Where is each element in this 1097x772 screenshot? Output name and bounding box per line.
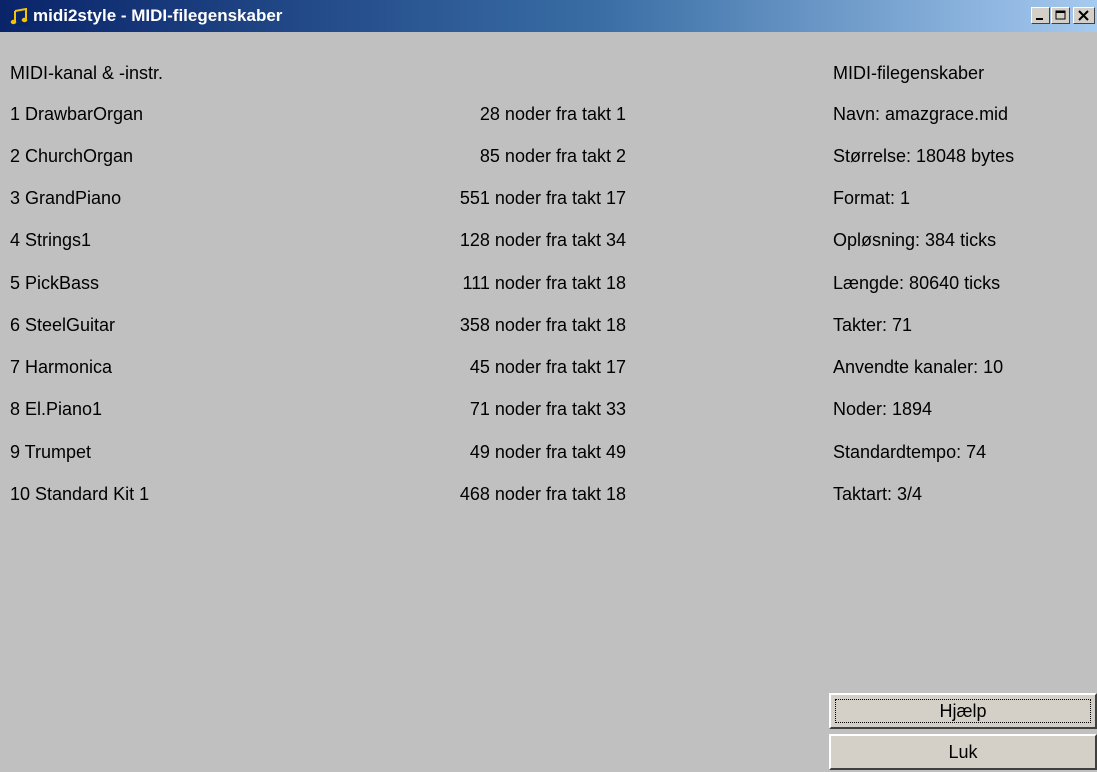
channel-note-count: 49 noder fra takt 49: [469, 442, 626, 462]
channel-note-count: 85 noder fra takt 2: [479, 146, 626, 166]
close-icon: [1078, 10, 1089, 21]
maximize-button[interactable]: [1051, 7, 1070, 24]
channel-note-count: 358 noder fra takt 18: [459, 315, 626, 335]
channel-note-count: 468 noder fra takt 18: [459, 484, 626, 504]
channel-note-count: 128 noder fra takt 34: [459, 230, 626, 250]
channel-instrument: 6 SteelGuitar: [10, 315, 116, 335]
close-window-button[interactable]: [1073, 7, 1095, 24]
property-length: Længde: 80640 ticks: [833, 273, 1001, 293]
minimize-icon: [1036, 18, 1043, 20]
channel-instrument: 1 DrawbarOrgan: [10, 104, 144, 124]
channel-note-count: 45 noder fra takt 17: [469, 357, 626, 377]
channel-instrument: 10 Standard Kit 1: [10, 484, 150, 504]
property-resolution: Opløsning: 384 ticks: [833, 230, 997, 250]
maximize-icon: [1055, 10, 1066, 20]
music-note-icon: [10, 7, 28, 26]
help-button[interactable]: Hjælp: [829, 693, 1097, 729]
channel-note-count: 551 noder fra takt 17: [459, 188, 626, 208]
channel-note-count: 28 noder fra takt 1: [479, 104, 626, 124]
property-notes: Noder: 1894: [833, 399, 933, 419]
property-measures: Takter: 71: [833, 315, 913, 335]
property-tempo: Standardtempo: 74: [833, 442, 987, 462]
property-time-signature: Taktart: 3/4: [833, 484, 923, 504]
close-button-label: Luk: [948, 742, 978, 762]
title-bar[interactable]: midi2style - MIDI-filegenskaber: [0, 0, 1097, 32]
help-button-label: Hjælp: [939, 701, 987, 721]
channel-instrument: 2 ChurchOrgan: [10, 146, 134, 166]
channel-instrument: 8 El.Piano1: [10, 399, 103, 419]
properties-header: MIDI-filegenskaber: [833, 63, 985, 83]
midi-properties-window: midi2style - MIDI-filegenskaber MIDI-kan…: [0, 0, 1097, 772]
channel-instrument: 9 Trumpet: [10, 442, 92, 462]
close-button[interactable]: Luk: [829, 734, 1097, 770]
channel-instrument: 3 GrandPiano: [10, 188, 122, 208]
channel-instrument: 5 PickBass: [10, 273, 100, 293]
channels-header: MIDI-kanal & -instr.: [10, 63, 164, 83]
minimize-button[interactable]: [1031, 7, 1050, 24]
property-channels-used: Anvendte kanaler: 10: [833, 357, 1004, 377]
property-name: Navn: amazgrace.mid: [833, 104, 1009, 124]
property-format: Format: 1: [833, 188, 911, 208]
window-title: midi2style - MIDI-filegenskaber: [33, 6, 283, 25]
property-size: Størrelse: 18048 bytes: [833, 146, 1015, 166]
channel-note-count: 111 noder fra takt 18: [462, 273, 626, 293]
channel-note-count: 71 noder fra takt 33: [469, 399, 626, 419]
channel-instrument: 4 Strings1: [10, 230, 92, 250]
channel-instrument: 7 Harmonica: [10, 357, 113, 377]
